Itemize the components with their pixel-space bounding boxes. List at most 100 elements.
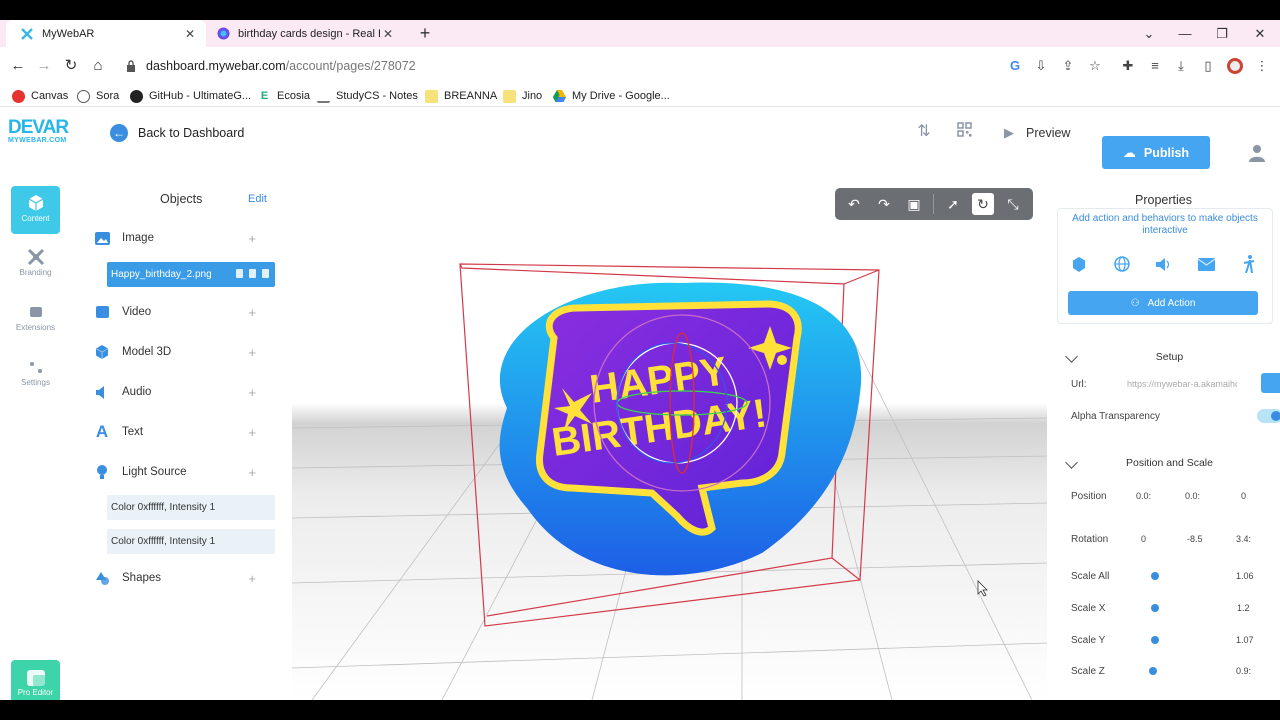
preview-button[interactable]: ▶ Preview xyxy=(1004,122,1070,144)
scale-z-slider[interactable] xyxy=(1149,667,1157,675)
google-icon[interactable]: G xyxy=(1006,57,1024,75)
object-type-model3d[interactable]: Model 3D + xyxy=(94,342,264,362)
add-shape-button[interactable]: + xyxy=(248,571,256,586)
scale-x-slider[interactable] xyxy=(1151,604,1159,612)
bookmark-ecosia[interactable]: E Ecosia xyxy=(258,87,310,105)
add-text-button[interactable]: + xyxy=(248,425,256,440)
close-tab-icon[interactable]: ✕ xyxy=(380,27,396,41)
scale-y-slider[interactable] xyxy=(1151,636,1159,644)
scale-z-value[interactable]: 0.9: xyxy=(1236,666,1251,676)
back-arrow-icon[interactable]: ← xyxy=(8,56,28,76)
position-scale-section-header[interactable]: Position and Scale xyxy=(1047,454,1280,476)
bookmark-canvas[interactable]: Canvas xyxy=(12,87,68,105)
speaker-action-icon[interactable] xyxy=(1154,254,1174,274)
publish-button[interactable]: ☁ Publish xyxy=(1102,136,1210,169)
rotation-y-input[interactable]: -8.5 xyxy=(1187,534,1203,544)
devar-logo[interactable]: DEVAR MYWEBAR.COM xyxy=(8,118,74,150)
cube-action-icon[interactable] xyxy=(1069,254,1089,274)
scene-canvas[interactable]: HAPPY BIRTHDAY! xyxy=(292,188,1047,700)
add-image-button[interactable]: + xyxy=(248,231,256,246)
duplicate-icon[interactable] xyxy=(262,269,269,278)
back-to-dashboard-link[interactable]: ← Back to Dashboard xyxy=(110,123,244,143)
sidepanel-icon[interactable]: ▯ xyxy=(1199,57,1217,75)
download-icon[interactable]: ⤓ xyxy=(1172,57,1190,75)
select-cursor-icon[interactable]: ➚ xyxy=(942,193,964,215)
tab-birthday-cards[interactable]: birthday cards design - Real Esta ✕ xyxy=(206,20,404,47)
upload-url-button[interactable] xyxy=(1261,373,1280,393)
object-type-text[interactable]: A Text + xyxy=(94,422,264,442)
pro-editor-button[interactable]: Pro Editor xyxy=(11,660,60,700)
url-path: /account/pages/278072 xyxy=(285,59,416,73)
home-icon[interactable]: ⌂ xyxy=(88,56,108,76)
more-menu-icon[interactable]: ⋮ xyxy=(1253,57,1271,75)
rail-settings[interactable]: Settings xyxy=(11,350,60,398)
bookmark-drive[interactable]: My Drive - Google... xyxy=(553,87,670,105)
share-icon[interactable]: ⇪ xyxy=(1059,57,1077,75)
close-window-icon[interactable]: ✕ xyxy=(1241,20,1279,47)
light-source-item[interactable]: Color 0xffffff, Intensity 1 xyxy=(107,495,275,520)
forward-arrow-icon[interactable]: → xyxy=(34,56,54,76)
selected-object-item[interactable]: Happy_birthday_2.png xyxy=(107,262,275,287)
new-tab-button[interactable]: + xyxy=(414,22,436,44)
object-type-audio[interactable]: Audio + xyxy=(94,382,264,402)
profile-avatar-icon[interactable] xyxy=(1226,57,1244,75)
scale-tool-icon[interactable]: ⤡ xyxy=(1002,193,1024,215)
url-input[interactable]: https://mywebar-a.akamaihc xyxy=(1127,376,1237,394)
tab-mywebar[interactable]: MyWebAR ✕ xyxy=(6,20,206,47)
object-type-shapes[interactable]: Shapes + xyxy=(94,568,264,588)
light-source-item[interactable]: Color 0xffffff, Intensity 1 xyxy=(107,529,275,554)
add-light-button[interactable]: + xyxy=(248,465,256,480)
rotation-x-input[interactable]: 0 xyxy=(1141,534,1146,544)
save-icon[interactable]: ▣ xyxy=(903,193,925,215)
media-icon[interactable]: ≡ xyxy=(1146,57,1164,75)
link-icon: ⚇ xyxy=(1130,297,1140,309)
rail-content[interactable]: Content xyxy=(11,186,60,234)
redo-icon[interactable]: ↷ xyxy=(873,193,895,215)
bookmark-github[interactable]: GitHub - UltimateG... xyxy=(130,87,251,105)
setup-section-header[interactable]: Setup xyxy=(1047,348,1280,370)
add-action-button[interactable]: ⚇ Add Action xyxy=(1068,291,1258,315)
rail-branding[interactable]: Branding xyxy=(11,240,60,288)
delete-icon[interactable] xyxy=(249,269,256,278)
add-video-button[interactable]: + xyxy=(248,305,256,320)
scene-viewport[interactable]: HAPPY BIRTHDAY! xyxy=(292,188,1047,700)
rotation-z-input[interactable]: 3.4: xyxy=(1236,534,1251,544)
add-audio-button[interactable]: + xyxy=(248,385,256,400)
object-type-image[interactable]: Image + xyxy=(94,228,264,248)
position-z-input[interactable]: 0 xyxy=(1241,491,1246,501)
position-x-input[interactable]: 0.0: xyxy=(1136,491,1151,501)
add-model-button[interactable]: + xyxy=(248,345,256,360)
extensions-icon[interactable]: ✚ xyxy=(1119,57,1137,75)
objects-edit-link[interactable]: Edit xyxy=(248,193,267,205)
scale-all-value[interactable]: 1.06 xyxy=(1236,571,1254,581)
star-icon[interactable]: ☆ xyxy=(1086,57,1104,75)
bookmark-studycs[interactable]: StudyCS - Notes xyxy=(317,87,418,105)
url-field[interactable]: dashboard.mywebar.com/account/pages/2780… xyxy=(118,52,998,80)
visibility-icon[interactable] xyxy=(236,269,243,278)
position-y-input[interactable]: 0.0: xyxy=(1185,491,1200,501)
qr-code-icon[interactable] xyxy=(954,122,974,142)
restore-icon[interactable]: ❐ xyxy=(1203,20,1241,47)
object-type-video[interactable]: Video + xyxy=(94,302,264,322)
minimize-icon[interactable]: — xyxy=(1166,20,1204,47)
rail-extensions[interactable]: Extensions xyxy=(11,295,60,343)
scale-all-slider[interactable] xyxy=(1151,572,1159,580)
close-tab-icon[interactable]: ✕ xyxy=(182,27,198,41)
object-type-light[interactable]: Light Source + xyxy=(94,462,264,482)
globe-icon[interactable] xyxy=(1112,254,1132,274)
bookmark-breanna[interactable]: BREANNA xyxy=(425,87,497,105)
scale-y-value[interactable]: 1.07 xyxy=(1236,635,1254,645)
install-icon[interactable]: ⇩ xyxy=(1032,57,1050,75)
undo-icon[interactable]: ↶ xyxy=(843,193,865,215)
bookmark-sora[interactable]: Sora xyxy=(77,87,119,105)
reload-icon[interactable]: ↻ xyxy=(61,56,81,76)
scale-x-value[interactable]: 1.2 xyxy=(1237,603,1250,613)
rotate-tool-icon[interactable]: ↻ xyxy=(972,193,994,215)
mail-icon[interactable] xyxy=(1197,254,1217,274)
person-icon[interactable] xyxy=(1239,254,1259,274)
alpha-transparency-toggle[interactable] xyxy=(1257,409,1280,423)
sort-arrows-icon[interactable]: ⇅ xyxy=(914,122,934,142)
bookmark-jino[interactable]: Jino xyxy=(503,87,542,105)
chevron-down-icon[interactable]: ⌄ xyxy=(1130,20,1168,47)
user-icon[interactable] xyxy=(1248,144,1266,162)
